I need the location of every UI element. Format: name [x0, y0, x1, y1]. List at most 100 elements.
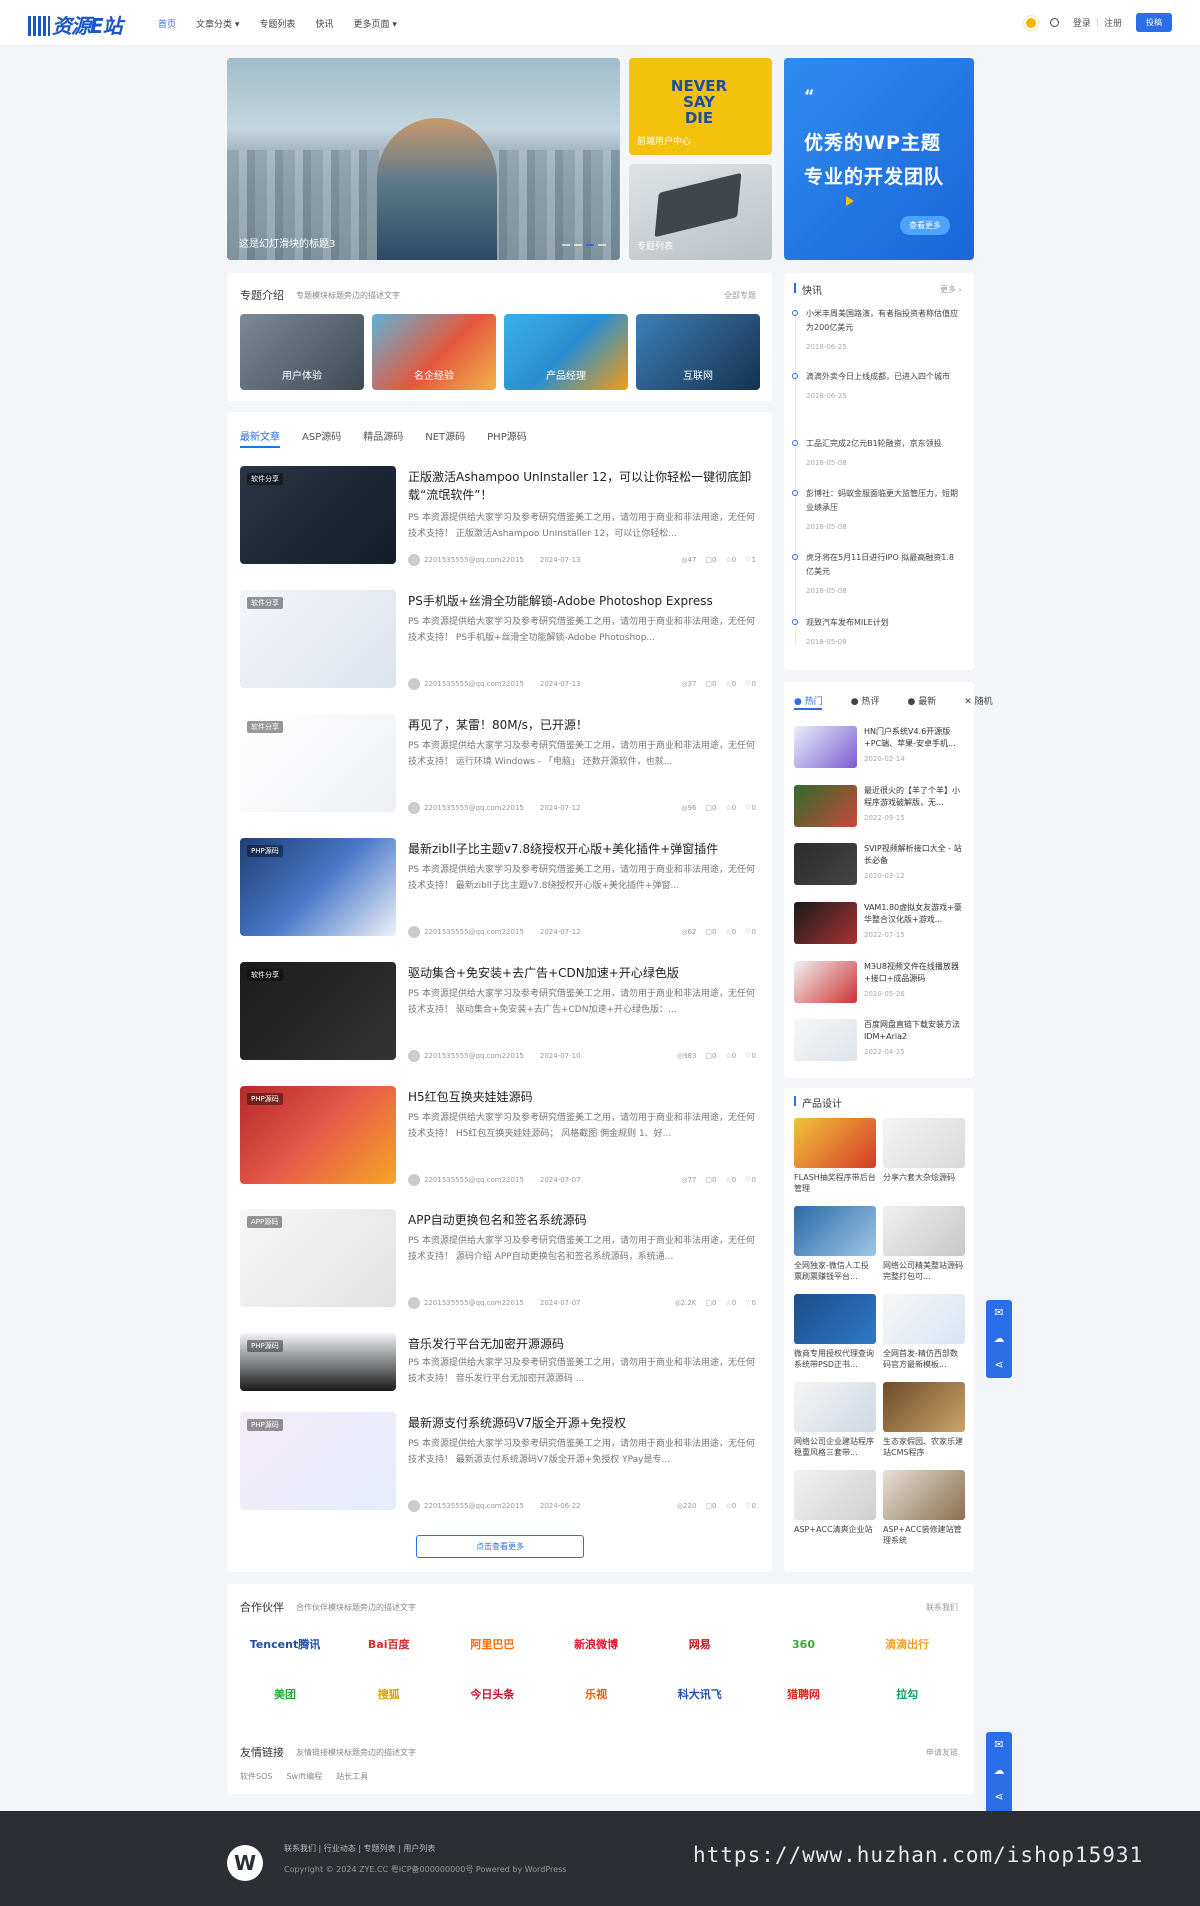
flash-item-title[interactable]: 虎牙将在5月11日进行IPO 拟最高融资1.8亿美元	[806, 551, 961, 579]
post-category-badge[interactable]: 软件分享	[247, 721, 283, 733]
post-item[interactable]: PHP源码 最新源支付系统源码V7版全开源+免授权 PS 本资源提供给大家学习及…	[240, 1412, 756, 1512]
hot-thumbnail[interactable]	[794, 726, 857, 768]
post-item[interactable]: 软件分享 再见了，某雷！80M/s，已开源！ PS 本资源提供给大家学习及参考研…	[240, 714, 756, 814]
hot-item-title[interactable]: SVIP视频解析接口大全 - 站长必备	[864, 843, 964, 867]
post-item[interactable]: 软件分享 PS手机版+丝滑全功能解锁-Adobe Photoshop Expre…	[240, 590, 756, 690]
product-item[interactable]: ASP+ACC清爽企业站	[794, 1470, 876, 1546]
post-category-badge[interactable]: APP源码	[247, 1216, 283, 1228]
promo-more-button[interactable]: 查看更多	[900, 216, 950, 235]
product-thumbnail[interactable]	[794, 1206, 876, 1256]
product-thumbnail[interactable]	[794, 1470, 876, 1520]
flash-item[interactable]: 彭博社：蚂蚁金服面临更大监管压力，短期业绩承压 2018-05-08	[792, 487, 964, 535]
site-logo[interactable]: 资源E站	[28, 10, 128, 38]
product-title[interactable]: ASP+ACC装修建站管理系统	[883, 1524, 965, 1546]
product-title[interactable]: 全网首发-精仿西部数码官方最新模板...	[883, 1348, 965, 1370]
product-thumbnail[interactable]	[794, 1382, 876, 1432]
product-item[interactable]: FLASH抽奖程序带后台管理	[794, 1118, 876, 1194]
hot-item[interactable]: VAM1.80虚拟女友游戏+豪华整合汉化版+游戏... 2022-07-15	[794, 902, 966, 946]
post-title[interactable]: 最新zibll子比主题v7.8绕授权开心版+美化插件+弹窗插件	[408, 840, 756, 858]
nav-home[interactable]: 首页	[158, 17, 176, 30]
partners-more-link[interactable]: 联系我们	[926, 1602, 958, 1613]
theme-toggle-icon[interactable]	[1025, 17, 1036, 28]
post-item[interactable]: PHP源码 音乐发行平台无加密开源源码 PS 本资源提供给大家学习及参考研究借鉴…	[240, 1333, 756, 1391]
post-title[interactable]: 再见了，某雷！80M/s，已开源！	[408, 716, 756, 734]
post-category-badge[interactable]: 软件分享	[247, 597, 283, 609]
feature-tile-user-center[interactable]: NEVER SAY DIE 前端用户中心	[629, 58, 772, 155]
login-link[interactable]: 登录	[1073, 16, 1091, 29]
hot-item-title[interactable]: VAM1.80虚拟女友游戏+豪华整合汉化版+游戏...	[864, 902, 964, 926]
post-title[interactable]: 音乐发行平台无加密开源源码	[408, 1335, 756, 1353]
post-category-badge[interactable]: PHP源码	[247, 845, 283, 857]
hot-thumbnail[interactable]	[794, 843, 857, 885]
post-category-badge[interactable]: 软件分享	[247, 969, 283, 981]
topic-card[interactable]: 互联网	[636, 314, 760, 390]
flash-item-title[interactable]: 滴滴外卖今日上线成都，已进入四个城市	[806, 370, 961, 384]
post-title[interactable]: H5红包互换夹娃娃源码	[408, 1088, 756, 1106]
post-thumbnail[interactable]: PHP源码	[240, 1412, 396, 1510]
partner-logo[interactable]: 科大讯飞	[654, 1676, 745, 1712]
nav-categories[interactable]: 文章分类 ▾	[196, 17, 239, 30]
promo-card[interactable]: “ 优秀的WP主题 专业的开发团队 查看更多	[784, 58, 974, 260]
partner-logo[interactable]: 新浪微博	[551, 1626, 642, 1662]
product-item[interactable]: 微商专用授权代理查询系统带PSD正书...	[794, 1294, 876, 1370]
hot-item[interactable]: 百度网盘直链下载安装方法IDM+Aria2 2022-04-25	[794, 1019, 966, 1063]
hot-item[interactable]: M3U8视频文件在线播放器+接口+成品源码 2020-05-26	[794, 961, 966, 1005]
product-item[interactable]: 全网首发-精仿西部数码官方最新模板...	[883, 1294, 965, 1370]
slider-dots[interactable]	[562, 244, 606, 246]
load-more-button[interactable]: 点击查看更多	[416, 1535, 584, 1558]
flash-item[interactable]: 小米丰周美国路演，有者指投资者称估值应为200亿美元 2018-06-25	[792, 307, 964, 355]
tab-random[interactable]: ✕ 随机	[964, 694, 1006, 707]
post-author[interactable]: 2201535555@qq.com22015	[424, 1052, 524, 1060]
product-item[interactable]: ASP+ACC装修建站管理系统	[883, 1470, 965, 1546]
post-title[interactable]: APP自动更换包名和签名系统源码	[408, 1211, 756, 1229]
chat-icon[interactable]: ✉	[986, 1300, 1012, 1326]
post-category-badge[interactable]: PHP源码	[247, 1419, 283, 1431]
hot-thumbnail[interactable]	[794, 785, 857, 827]
flash-item-title[interactable]: 小米丰周美国路演，有者指投资者称估值应为200亿美元	[806, 307, 961, 335]
product-thumbnail[interactable]	[883, 1470, 965, 1520]
share-icon[interactable]: ⋖	[986, 1352, 1012, 1378]
post-thumbnail[interactable]: 软件分享	[240, 962, 396, 1060]
post-author[interactable]: 2201535555@qq.com22015	[424, 928, 524, 936]
product-thumbnail[interactable]	[883, 1206, 965, 1256]
post-thumbnail[interactable]: PHP源码	[240, 838, 396, 936]
post-author[interactable]: 2201535555@qq.com22015	[424, 680, 524, 688]
post-thumbnail[interactable]: PHP源码	[240, 1086, 396, 1184]
partner-logo[interactable]: 搜狐	[343, 1676, 434, 1712]
post-author[interactable]: 2201535555@qq.com22015	[424, 1176, 524, 1184]
chat-icon[interactable]: ✉	[986, 1732, 1012, 1758]
product-thumbnail[interactable]	[883, 1294, 965, 1344]
partner-logo[interactable]: 滴滴出行	[862, 1626, 953, 1662]
friend-link[interactable]: 软件SOS	[240, 1771, 272, 1782]
flash-item[interactable]: 观致汽车发布MILE计划 2018-05-08	[792, 616, 964, 664]
partner-logo[interactable]: 美团	[240, 1676, 330, 1712]
partner-logo[interactable]: 网易	[654, 1626, 745, 1662]
product-thumbnail[interactable]	[794, 1294, 876, 1344]
post-author[interactable]: 2201535555@qq.com22015	[424, 1299, 524, 1307]
tab-net[interactable]: NET源码	[425, 428, 465, 443]
topic-card[interactable]: 产品经理	[504, 314, 628, 390]
post-thumbnail[interactable]: 软件分享	[240, 590, 396, 688]
wechat-icon[interactable]: ☁	[986, 1758, 1012, 1784]
product-title[interactable]: 生态家假园、农家乐建站CMS程序	[883, 1436, 965, 1458]
product-item[interactable]: 分享六套大杂烩源码	[883, 1118, 965, 1194]
topic-card[interactable]: 名企经验	[372, 314, 496, 390]
post-thumbnail[interactable]: PHP源码	[240, 1333, 396, 1391]
hot-thumbnail[interactable]	[794, 1019, 857, 1061]
post-title[interactable]: 正版激活Ashampoo UnInstaller 12，可以让你轻松一键彻底卸载…	[408, 468, 756, 504]
post-item[interactable]: 软件分享 驱动集合+免安装+去广告+CDN加速+开心绿色版 PS 本资源提供给大…	[240, 962, 756, 1062]
flash-item[interactable]: 虎牙将在5月11日进行IPO 拟最高融资1.8亿美元 2018-05-08	[792, 551, 964, 599]
hot-item-title[interactable]: M3U8视频文件在线播放器+接口+成品源码	[864, 961, 964, 985]
product-title[interactable]: 网络公司精美整站源码完整打包可...	[883, 1260, 965, 1282]
tab-php[interactable]: PHP源码	[487, 428, 527, 443]
product-title[interactable]: 网络公司企业建站程序稳重风格三套带...	[794, 1436, 876, 1458]
topic-card[interactable]: 用户体验	[240, 314, 364, 390]
share-icon[interactable]: ⋖	[986, 1784, 1012, 1810]
product-item[interactable]: 网络公司精美整站源码完整打包可...	[883, 1206, 965, 1282]
product-title[interactable]: 微商专用授权代理查询系统带PSD正书...	[794, 1348, 876, 1370]
feature-tile-topics[interactable]: 专题列表	[629, 164, 772, 260]
flash-more-link[interactable]: 更多 ›	[940, 284, 962, 295]
post-title[interactable]: PS手机版+丝滑全功能解锁-Adobe Photoshop Express	[408, 592, 756, 610]
partner-logo[interactable]: 乐视	[551, 1676, 642, 1712]
register-link[interactable]: 注册	[1104, 16, 1122, 29]
